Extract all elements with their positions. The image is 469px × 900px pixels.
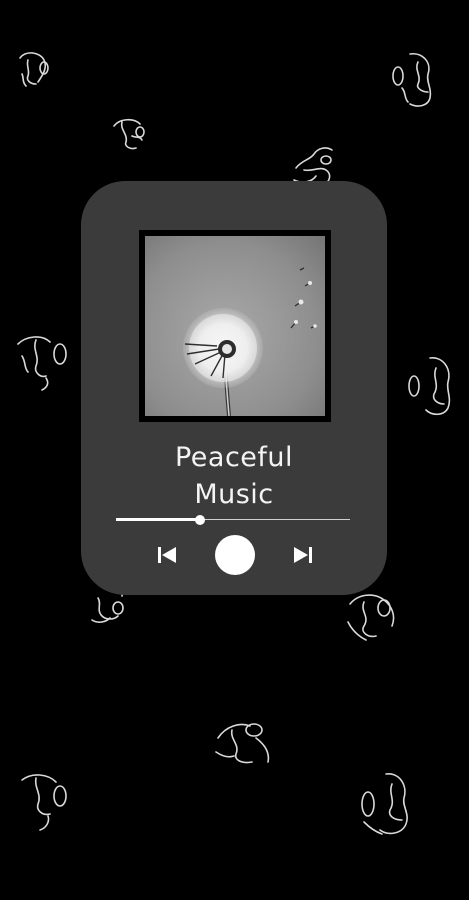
skip-previous-icon [158,547,176,563]
face-doodle-icon [356,770,416,838]
skip-next-icon [294,547,312,563]
dandelion-album-art [145,236,325,416]
face-doodle-icon [212,708,276,768]
face-doodle-icon [110,112,152,154]
face-doodle-icon [388,52,438,110]
song-title: Peaceful Music [174,442,294,510]
next-button[interactable] [291,543,315,567]
progress-thumb[interactable] [195,515,206,525]
previous-button[interactable] [155,543,179,567]
progress-slider[interactable] [116,513,350,527]
play-button[interactable] [215,535,255,575]
face-doodle-icon [16,332,72,391]
face-doodle-icon [20,768,72,831]
music-player-card: Peaceful Music [81,181,387,595]
face-doodle-icon [404,356,456,418]
progress-fill [116,518,201,521]
face-doodle-icon [344,586,400,644]
album-art-frame [139,230,331,422]
face-doodle-icon [14,48,54,94]
